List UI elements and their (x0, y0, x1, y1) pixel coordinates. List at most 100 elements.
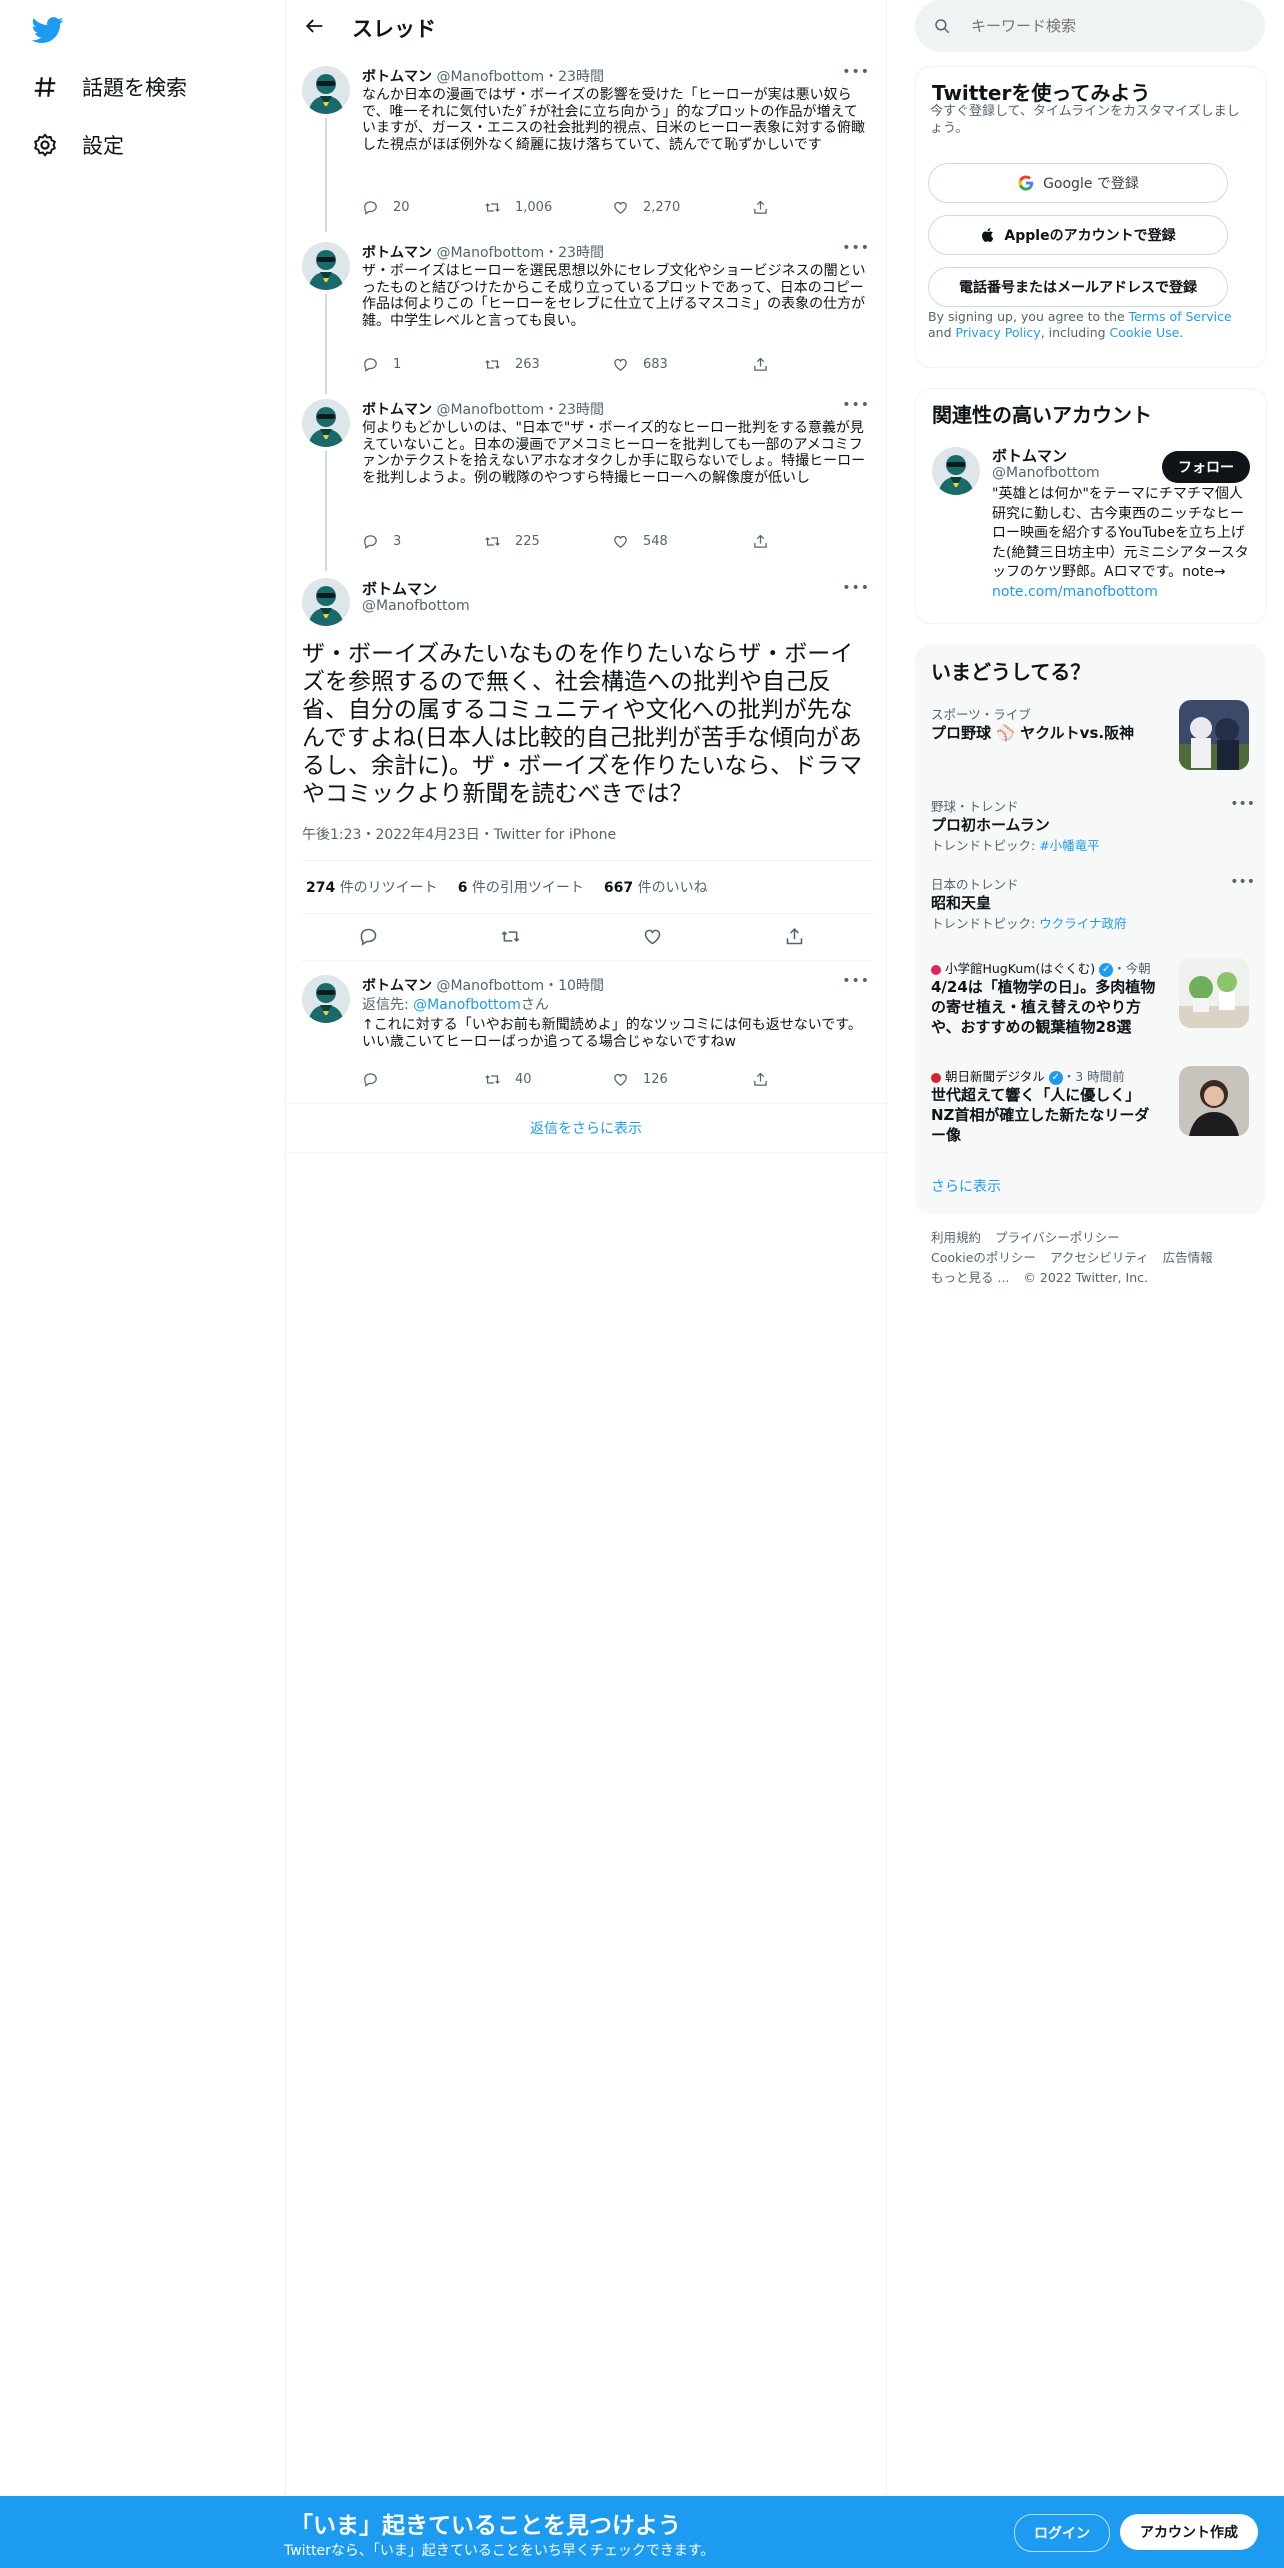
heart-icon[interactable] (642, 926, 663, 951)
thread-tweet-2[interactable]: ボトムマン @Manofbottom・23時間 ••• ザ・ボーイズはヒーローを… (286, 240, 886, 394)
author-name[interactable]: ボトムマン (362, 578, 437, 599)
back-arrow-icon[interactable] (304, 15, 326, 41)
tweet-timestamp[interactable]: 午後1:23・2022年4月23日・Twitter for iPhone (302, 824, 616, 844)
privacy-policy-link[interactable]: Privacy Policy (956, 325, 1041, 340)
reply-icon[interactable] (358, 926, 379, 951)
bio-link[interactable]: note.com/manofbottom (992, 584, 1158, 600)
reply-to-handle[interactable]: @Manofbottom (413, 997, 521, 1013)
like-button[interactable]: 683 (612, 356, 668, 373)
more-options-icon[interactable]: ••• (1230, 796, 1255, 812)
share-button[interactable] (752, 1071, 769, 1088)
more-options-icon[interactable]: ••• (842, 397, 870, 413)
nav-explore[interactable]: 話題を検索 (32, 72, 187, 102)
quotes-label: 件の引用ツイート (471, 880, 584, 896)
account-name[interactable]: ボトムマン (992, 445, 1067, 466)
more-options-icon[interactable]: ••• (842, 973, 870, 989)
like-button[interactable]: 548 (612, 533, 668, 550)
retweet-button[interactable]: 225 (484, 533, 540, 550)
footer-link-more[interactable]: もっと見る ... (931, 1270, 1009, 1285)
like-button[interactable]: 2,270 (612, 199, 680, 216)
news-source-line: 小学館HugKum(はぐくむ) ✓ ・今朝 (931, 958, 1163, 977)
more-options-icon[interactable]: ••• (1230, 874, 1255, 890)
news-time: ・今朝 (1113, 961, 1151, 976)
author-handle[interactable]: @Manofbottom (436, 245, 544, 261)
footer-link-privacy[interactable]: プライバシーポリシー (995, 1230, 1120, 1245)
login-button[interactable]: ログイン (1014, 2514, 1110, 2552)
reply-button[interactable] (362, 1071, 393, 1088)
apple-signup-button[interactable]: Appleのアカウントで登録 (928, 215, 1228, 255)
trend-topic-link[interactable]: ウクライナ政府 (1039, 916, 1126, 931)
news-thumbnail[interactable] (1179, 958, 1249, 1028)
news-time: ・3 時間前 (1062, 1069, 1125, 1084)
avatar[interactable] (302, 399, 350, 447)
account-handle[interactable]: @Manofbottom (992, 465, 1100, 481)
like-button[interactable]: 126 (612, 1071, 668, 1088)
avatar[interactable] (302, 578, 350, 626)
author-handle[interactable]: @Manofbottom (362, 598, 470, 614)
trends-show-more[interactable]: さらに表示 (931, 1176, 1251, 1196)
trend-item[interactable]: 野球・トレンド プロ初ホームラン トレンドトピック: #小幡竜平 ••• (931, 796, 1255, 854)
author-name[interactable]: ボトムマン (362, 978, 432, 994)
terms-of-service-link[interactable]: Terms of Service (1129, 309, 1232, 324)
avatar[interactable] (302, 66, 350, 114)
retweets-stat[interactable]: 274 件のリツイート (306, 877, 438, 897)
reply-tweet[interactable]: ボトムマン @Manofbottom・10時間 ••• 返信先: @Manofb… (286, 973, 886, 1095)
share-button[interactable] (752, 533, 769, 550)
thread-tweet-1[interactable]: ボトムマン @Manofbottom・23時間 ••• なんか日本の漫画ではザ・… (286, 64, 886, 232)
nav-settings[interactable]: 設定 (32, 130, 124, 160)
likes-stat[interactable]: 667 件のいいね (604, 877, 708, 897)
trend-context: 日本のトレンド (931, 877, 1019, 892)
reply-button[interactable]: 20 (362, 199, 410, 216)
more-options-icon[interactable]: ••• (842, 580, 870, 596)
signup-terms: By signing up, you agree to the Terms of… (928, 309, 1253, 341)
google-signup-button[interactable]: Google で登録 (928, 163, 1228, 203)
news-thumbnail[interactable] (1179, 1066, 1249, 1136)
trend-topic-link[interactable]: #小幡竜平 (1039, 838, 1099, 853)
share-icon[interactable] (784, 926, 805, 951)
search-input[interactable] (969, 16, 1233, 36)
tweet-time[interactable]: ・10時間 (544, 978, 604, 994)
retweet-button[interactable]: 40 (484, 1071, 532, 1088)
create-account-button[interactable]: アカウント作成 (1120, 2514, 1258, 2550)
tweet-text: ↑これに対する「いやお前も新聞読めよ」的なツッコミには何も返せないです。いい歳こ… (362, 1017, 862, 1050)
share-button[interactable] (752, 356, 769, 373)
cookie-use-link[interactable]: Cookie Use (1110, 325, 1180, 340)
thread-tweet-3[interactable]: ボトムマン @Manofbottom・23時間 ••• 何よりもどかしいのは、"… (286, 397, 886, 571)
retweet-button[interactable]: 263 (484, 356, 540, 373)
reply-button[interactable]: 3 (362, 533, 401, 550)
author-name[interactable]: ボトムマン (362, 402, 432, 418)
terms-and: and (928, 325, 956, 340)
author-handle[interactable]: @Manofbottom (436, 978, 544, 994)
news-item[interactable]: 小学館HugKum(はぐくむ) ✓ ・今朝 4/24は「植物学の日」。多肉植物の寄… (931, 958, 1163, 1037)
more-options-icon[interactable]: ••• (842, 240, 870, 256)
avatar[interactable] (932, 447, 980, 495)
share-button[interactable] (752, 199, 769, 216)
follow-button[interactable]: フォロー (1162, 451, 1250, 483)
quotes-stat[interactable]: 6 件の引用ツイート (458, 877, 584, 897)
show-more-replies[interactable]: 返信をさらに表示 (286, 1118, 886, 1138)
reply-button[interactable]: 1 (362, 356, 401, 373)
search-bar[interactable] (915, 0, 1265, 52)
retweet-button[interactable]: 1,006 (484, 199, 552, 216)
twitter-logo-icon[interactable] (30, 14, 66, 46)
author-handle[interactable]: @Manofbottom (436, 69, 544, 85)
tweet-time[interactable]: ・23時間 (544, 402, 604, 418)
phone-email-signup-button[interactable]: 電話番号またはメールアドレスで登録 (928, 267, 1228, 307)
trend-item[interactable]: 日本のトレンド 昭和天皇 トレンドトピック: ウクライナ政府 ••• (931, 874, 1255, 932)
news-item[interactable]: 朝日新聞デジタル ✓ ・3 時間前 世代超えて響く「人に優しく」 NZ首相が確立し… (931, 1066, 1163, 1145)
footer-link-accessibility[interactable]: アクセシビリティ (1050, 1250, 1149, 1265)
more-options-icon[interactable]: ••• (842, 64, 870, 80)
trend-thumbnail[interactable] (1179, 700, 1249, 770)
retweet-icon[interactable] (500, 926, 521, 951)
author-name[interactable]: ボトムマン (362, 69, 432, 85)
avatar[interactable] (302, 242, 350, 290)
footer-link-terms[interactable]: 利用規約 (931, 1230, 981, 1245)
footer-link-ads[interactable]: 広告情報 (1163, 1250, 1213, 1265)
avatar[interactable] (302, 975, 350, 1023)
tweet-time[interactable]: ・23時間 (544, 69, 604, 85)
footer-copyright: © 2022 Twitter, Inc. (1023, 1270, 1148, 1285)
tweet-time[interactable]: ・23時間 (544, 245, 604, 261)
footer-link-cookie[interactable]: Cookieのポリシー (931, 1250, 1036, 1265)
author-handle[interactable]: @Manofbottom (436, 402, 544, 418)
author-name[interactable]: ボトムマン (362, 245, 432, 261)
